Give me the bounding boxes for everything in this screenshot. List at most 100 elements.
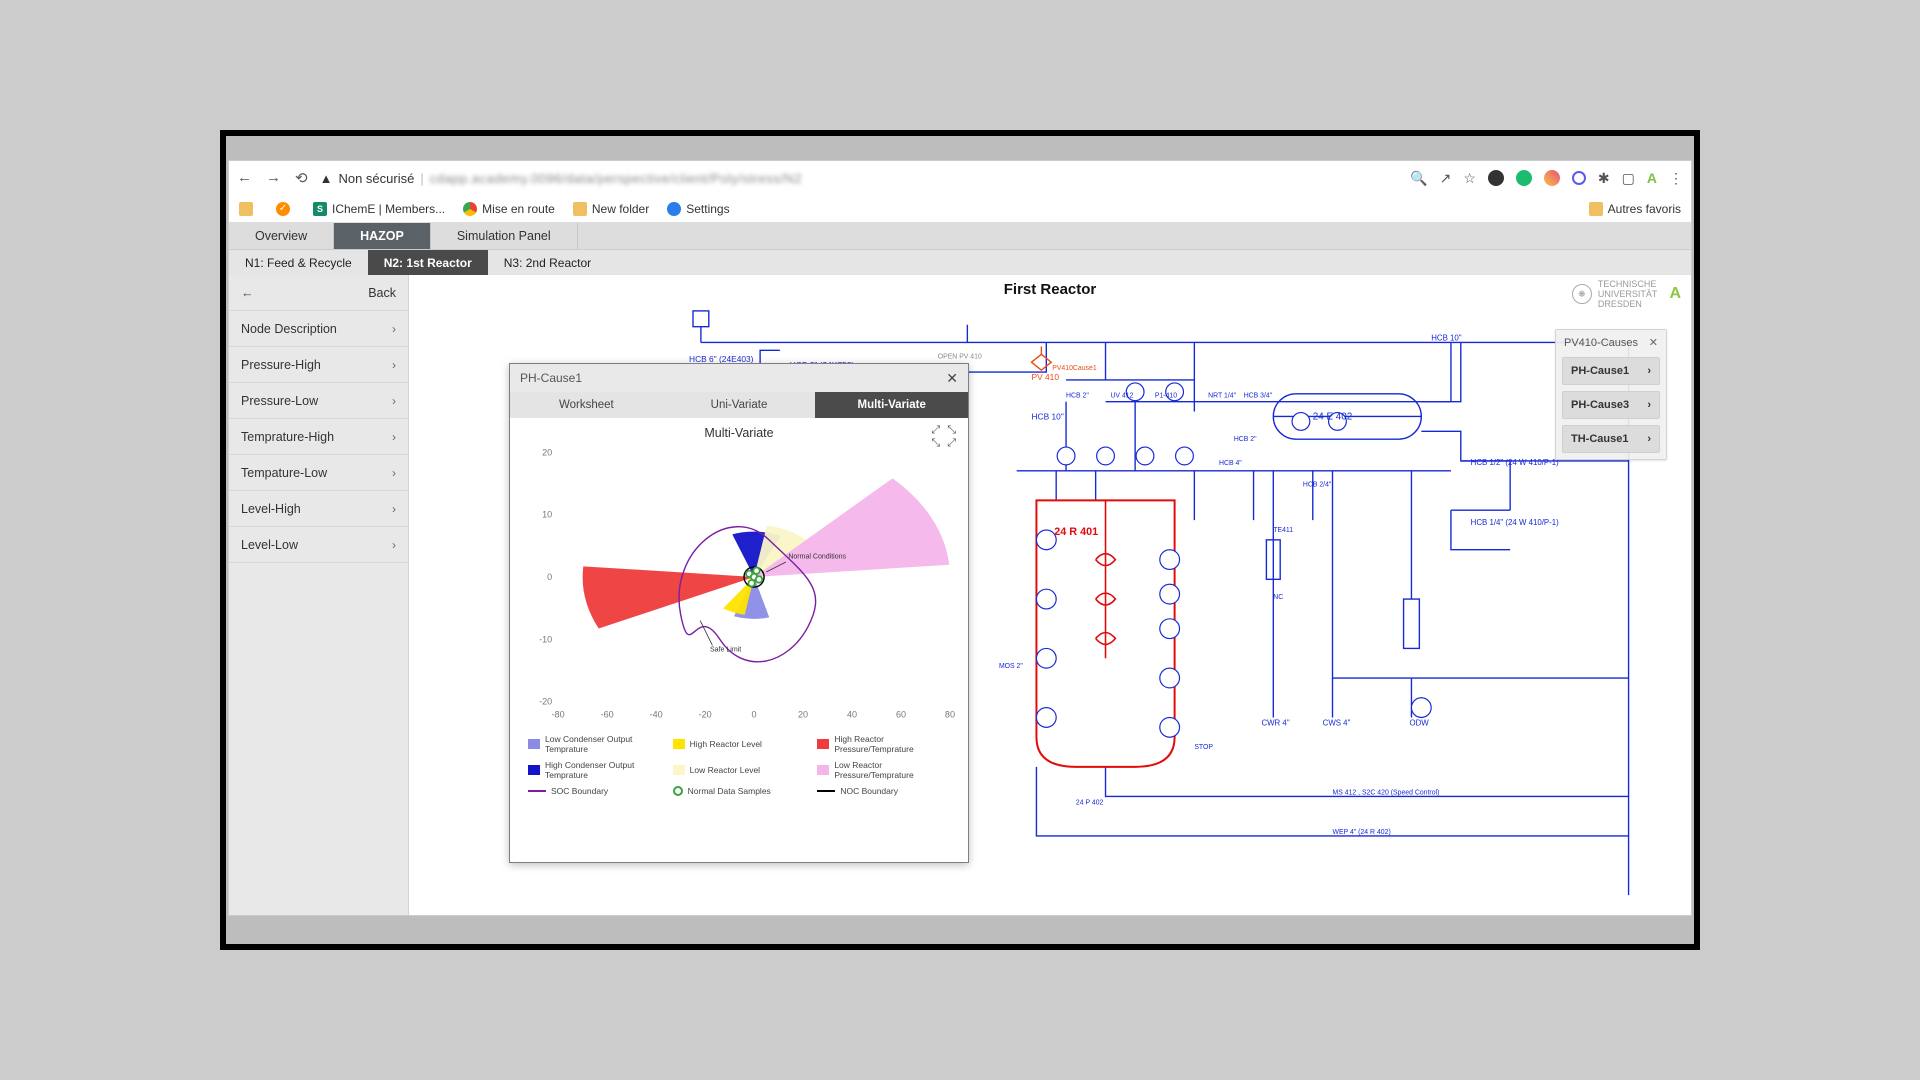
security-label: Non sécurisé — [338, 171, 414, 186]
svg-text:WEP 4" (24 R 402): WEP 4" (24 R 402) — [1333, 829, 1391, 836]
svg-text:-20: -20 — [699, 710, 712, 720]
bookmark-item[interactable]: Mise en route — [463, 202, 555, 216]
ext-icon-2[interactable] — [1516, 170, 1532, 186]
svg-text:80: 80 — [945, 710, 955, 720]
bookmarks-bar: ✓ SIChemE | Members... Mise en route New fo… — [229, 195, 1691, 223]
svg-text:UV 412: UV 412 — [1110, 393, 1133, 400]
subtab[interactable]: N3: 2nd Reactor — [488, 250, 607, 275]
svg-text:HCB 2": HCB 2" — [1066, 393, 1089, 400]
browser-window: ← → ⟲ ▲ Non sécurisé | cdapp.academy.009… — [228, 160, 1692, 916]
svg-text:-80: -80 — [552, 710, 565, 720]
legend-item: NOC Boundary — [817, 786, 954, 796]
sidebar-item[interactable]: Level-Low› — [229, 527, 408, 563]
legend-item: High Reactor Level — [673, 734, 810, 754]
svg-text:MOS 2": MOS 2" — [999, 663, 1023, 670]
insecure-icon: ▲ — [320, 171, 333, 186]
side-nav: BackNode Description›Pressure-High›Press… — [229, 275, 409, 915]
svg-text:-10: -10 — [539, 634, 552, 644]
sidebar-item[interactable]: Back — [229, 275, 408, 311]
svg-text:CWS 4": CWS 4" — [1323, 718, 1351, 727]
profile-icon[interactable]: A — [1647, 170, 1657, 186]
search-icon[interactable]: 🔍 — [1410, 170, 1427, 187]
star-icon[interactable]: ☆ — [1463, 170, 1476, 187]
sidebar-item[interactable]: Level-High› — [229, 491, 408, 527]
causes-panel: PV410-Causes ✕ PH-Cause1›PH-Cause3›TH-Ca… — [1555, 329, 1667, 460]
svg-text:0: 0 — [547, 572, 552, 582]
tab-simulation-panel[interactable]: Simulation Panel — [431, 223, 578, 249]
svg-text:PV 410: PV 410 — [1032, 372, 1060, 382]
svg-text:HCB 2": HCB 2" — [1234, 436, 1257, 443]
legend-item: High Condenser Output Temprature — [528, 760, 665, 780]
chart-title: Multi-Variate — [518, 426, 960, 440]
subtab[interactable]: N2: 1st Reactor — [368, 250, 488, 275]
main-canvas: First Reactor ❋TECHNISCHEUNIVERSITÄTDRES… — [409, 275, 1691, 915]
svg-text:-20: -20 — [539, 697, 552, 707]
svg-text:HCB 1/2" (24 W 410/P-1): HCB 1/2" (24 W 410/P-1) — [1471, 458, 1560, 467]
ext-icon-1[interactable] — [1488, 170, 1504, 186]
sidebar-item[interactable]: Tempature-Low› — [229, 455, 408, 491]
bookmark-item[interactable]: Settings — [667, 202, 729, 216]
svg-text:20: 20 — [798, 710, 808, 720]
svg-text:PV410Cause1: PV410Cause1 — [1052, 365, 1097, 372]
modal-tab[interactable]: Worksheet — [510, 392, 663, 418]
legend-item: Low Reactor Level — [673, 760, 810, 780]
multivariate-chart: -20-1001020-80-60-40-20020406080Normal C… — [518, 440, 960, 730]
svg-text:STOP: STOP — [1194, 744, 1213, 751]
bookmark-item[interactable]: ✓ — [276, 202, 295, 216]
bookmark-item[interactable]: SIChemE | Members... — [313, 202, 445, 216]
window-icon[interactable]: ▢ — [1622, 170, 1635, 187]
svg-text:60: 60 — [896, 710, 906, 720]
sidebar-item[interactable]: Node Description› — [229, 311, 408, 347]
back-icon[interactable]: ← — [237, 169, 252, 187]
svg-text:CWR 4": CWR 4" — [1261, 718, 1289, 727]
svg-text:HCB 4": HCB 4" — [1219, 460, 1242, 467]
svg-text:ODW: ODW — [1409, 718, 1429, 727]
modal-tab[interactable]: Uni-Variate — [663, 392, 816, 418]
sub-tabs: N1: Feed & RecycleN2: 1st ReactorN3: 2nd… — [229, 249, 1691, 275]
legend-item: Low Condenser Output Temprature — [528, 734, 665, 754]
sidebar-item[interactable]: Temprature-High› — [229, 419, 408, 455]
modal-tab[interactable]: Multi-Variate — [815, 392, 968, 418]
ext-icon-4[interactable] — [1572, 171, 1586, 185]
svg-text:NC: NC — [1273, 594, 1283, 601]
forward-icon[interactable]: → — [266, 169, 281, 187]
svg-text:Normal Conditions: Normal Conditions — [788, 553, 846, 560]
tab-hazop[interactable]: HAZOP — [334, 223, 431, 249]
svg-text:HCB 10": HCB 10" — [1431, 334, 1462, 343]
sidebar-item[interactable]: Pressure-High› — [229, 347, 408, 383]
ext-icon-3[interactable] — [1544, 170, 1560, 186]
cause-button[interactable]: PH-Cause3› — [1562, 391, 1660, 419]
extensions-icon[interactable]: ✱ — [1598, 170, 1610, 187]
address-bar: ← → ⟲ ▲ Non sécurisé | cdapp.academy.009… — [229, 161, 1691, 195]
legend-item: Low Reactor Pressure/Temprature — [817, 760, 954, 780]
svg-text:24 R 401: 24 R 401 — [1054, 526, 1098, 538]
svg-text:-40: -40 — [650, 710, 663, 720]
url-text[interactable]: cdapp.academy.0096/data/perspective/clie… — [430, 171, 802, 186]
bookmark-other[interactable]: Autres favoris — [1589, 202, 1681, 216]
svg-text:TE411: TE411 — [1273, 527, 1293, 534]
close-icon[interactable]: ✕ — [1649, 336, 1658, 349]
workspace: BackNode Description›Pressure-High›Press… — [229, 275, 1691, 915]
svg-text:P1-410: P1-410 — [1155, 393, 1177, 400]
cause-button[interactable]: PH-Cause1› — [1562, 357, 1660, 385]
bookmark-item[interactable]: New folder — [573, 202, 649, 216]
bookmark-item[interactable] — [239, 202, 258, 216]
subtab[interactable]: N1: Feed & Recycle — [229, 250, 368, 275]
svg-text:24 P 402: 24 P 402 — [1076, 799, 1104, 806]
legend-item: SOC Boundary — [528, 786, 665, 796]
phcause-modal: PH-Cause1 ✕ WorksheetUni-VariateMulti-Va… — [509, 363, 969, 863]
legend-item: Normal Data Samples — [673, 786, 810, 796]
svg-text:HCB 1/4" (24 W 410/P-1): HCB 1/4" (24 W 410/P-1) — [1471, 518, 1560, 527]
reload-icon[interactable]: ⟲ — [295, 169, 308, 187]
tab-overview[interactable]: Overview — [229, 223, 334, 249]
menu-icon[interactable]: ⋮ — [1669, 170, 1683, 187]
svg-text:24 E 402: 24 E 402 — [1313, 411, 1352, 422]
share-icon[interactable]: ↗ — [1440, 170, 1452, 187]
cause-button[interactable]: TH-Cause1› — [1562, 425, 1660, 453]
svg-text:MS 412 , S2C 420 (Speed Contro: MS 412 , S2C 420 (Speed Control) — [1333, 789, 1440, 796]
legend-item: High Reactor Pressure/Temprature — [817, 734, 954, 754]
sidebar-item[interactable]: Pressure-Low› — [229, 383, 408, 419]
close-icon[interactable]: ✕ — [946, 370, 958, 387]
svg-text:10: 10 — [542, 510, 552, 520]
modal-title: PH-Cause1 — [520, 371, 582, 385]
